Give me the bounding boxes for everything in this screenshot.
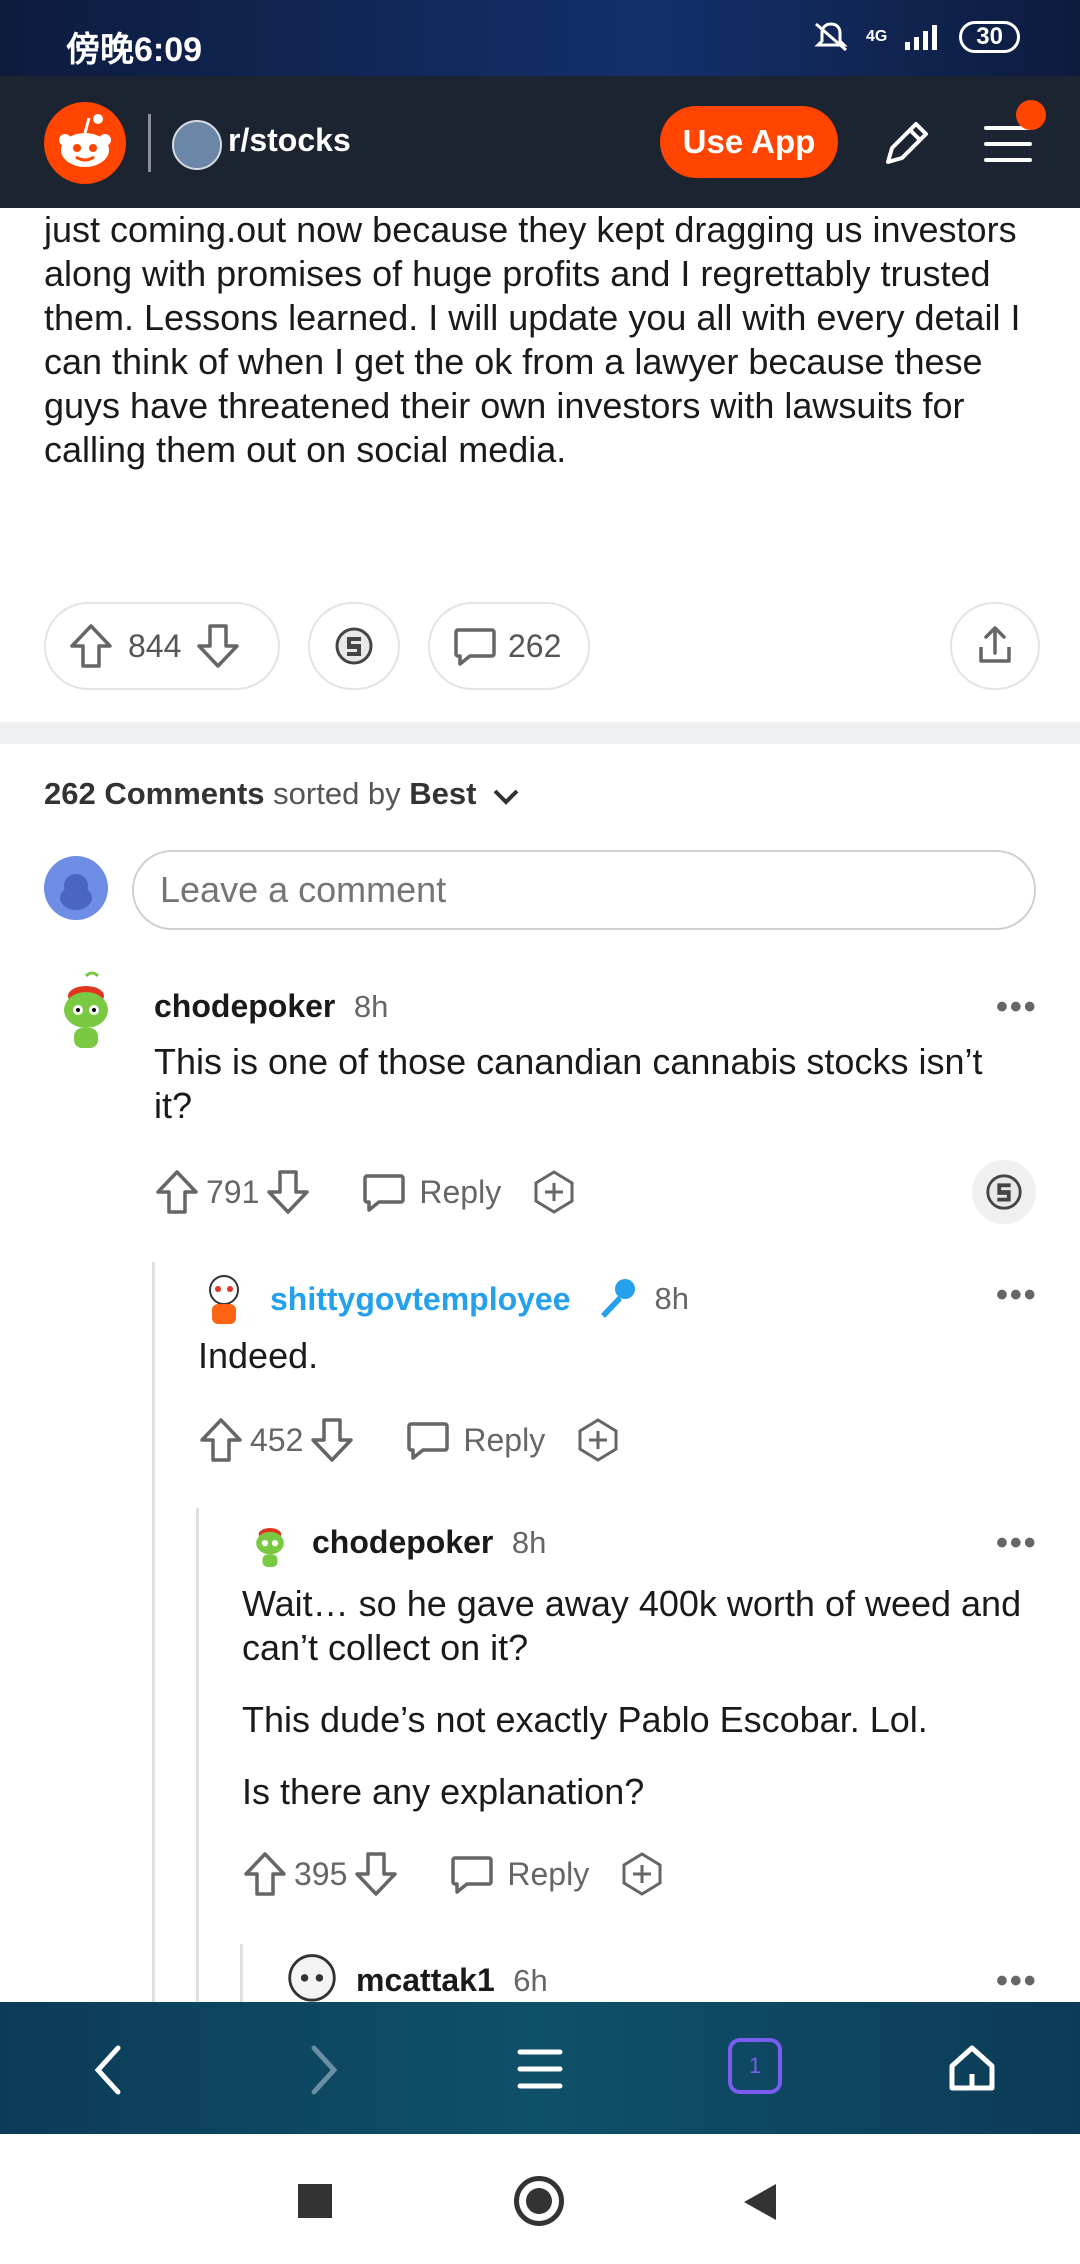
comment-score: 395 xyxy=(294,1855,348,1892)
back-triangle-icon[interactable] xyxy=(740,2180,780,2224)
more-options-icon[interactable]: ••• xyxy=(996,1276,1038,1315)
comment-action-row: 395 Reply xyxy=(242,1850,665,1898)
battery-icon: 30 xyxy=(959,21,1020,53)
reply-icon[interactable] xyxy=(405,1418,451,1462)
award-plus-icon[interactable] xyxy=(531,1169,577,1215)
chevron-down-icon[interactable] xyxy=(491,785,521,807)
reply-icon[interactable] xyxy=(361,1170,407,1214)
comment-action-row: 791 Reply xyxy=(154,1168,577,1216)
comment-age: 8h xyxy=(654,1281,689,1316)
upvote-icon[interactable] xyxy=(68,622,114,670)
user-avatar[interactable] xyxy=(44,856,108,920)
sort-value[interactable]: Best xyxy=(409,776,476,811)
comment-paragraph: Is there any explanation? xyxy=(242,1771,645,1812)
comment-header: chodepoker 8h xyxy=(154,988,388,1025)
downvote-icon[interactable] xyxy=(265,1168,311,1216)
sorted-by-label: sorted by xyxy=(273,776,401,811)
comment-header: mcattak1 6h xyxy=(356,1962,548,1999)
network-label: 4G xyxy=(865,28,888,45)
snoo-avatar-icon[interactable] xyxy=(198,1268,250,1328)
comment-age: 8h xyxy=(353,989,389,1024)
comment-header: shittygovtemployee 8h xyxy=(270,1276,689,1322)
comment-author[interactable]: chodepoker xyxy=(312,1524,493,1560)
menu-list-icon[interactable] xyxy=(516,2044,564,2094)
create-post-icon[interactable] xyxy=(878,114,936,172)
reply-label[interactable]: Reply xyxy=(463,1422,545,1459)
comment-author[interactable]: mcattak1 xyxy=(356,1962,495,1998)
forward-icon[interactable] xyxy=(306,2042,342,2098)
subreddit-name[interactable]: r/stocks xyxy=(228,122,351,159)
app-header: r/stocks Use App xyxy=(0,76,1080,208)
reply-label[interactable]: Reply xyxy=(507,1856,589,1893)
downvote-icon[interactable] xyxy=(353,1850,399,1898)
post-comment-count: 262 xyxy=(508,627,562,664)
snoo-avatar-icon[interactable] xyxy=(284,1950,340,2002)
post-comments-pill[interactable]: 262 xyxy=(428,602,590,690)
comment-award-badge[interactable] xyxy=(972,1160,1036,1224)
back-icon[interactable] xyxy=(90,2042,126,2098)
status-time: 傍晚6:09 xyxy=(66,31,203,69)
recent-apps-icon[interactable] xyxy=(298,2184,332,2218)
comment-author[interactable]: chodepoker xyxy=(154,988,335,1024)
comment-age: 8h xyxy=(511,1525,547,1560)
home-button-icon[interactable] xyxy=(514,2176,564,2226)
upvote-icon[interactable] xyxy=(198,1416,244,1464)
share-button[interactable] xyxy=(950,602,1040,690)
tab-count: 1 xyxy=(748,2053,762,2078)
comment-text: This is one of those canandian cannabis … xyxy=(154,1041,983,1126)
upvote-icon[interactable] xyxy=(242,1850,288,1898)
section-separator xyxy=(0,722,1080,744)
moderator-mic-icon xyxy=(600,1279,635,1318)
notification-dot xyxy=(1016,100,1046,130)
award-icon xyxy=(986,1174,1022,1210)
thread-line[interactable] xyxy=(152,1262,155,2002)
system-nav-bar xyxy=(0,2134,1080,2264)
browser-toolbar: 1 xyxy=(0,2002,1080,2134)
thread-line[interactable] xyxy=(240,1944,243,2002)
comment-input[interactable] xyxy=(132,850,1036,930)
comment-paragraph: This dude’s not exactly Pablo Escobar. L… xyxy=(242,1699,928,1740)
award-icon xyxy=(335,627,373,665)
share-icon xyxy=(979,626,1011,663)
post-action-bar: 844 262 xyxy=(44,602,1040,690)
award-plus-icon[interactable] xyxy=(575,1417,621,1463)
comment-author[interactable]: shittygovtemployee xyxy=(270,1281,571,1318)
comment-text: Indeed. xyxy=(198,1335,319,1376)
snoo-avatar-icon[interactable] xyxy=(248,1518,292,1572)
mute-bell-icon xyxy=(814,22,848,52)
upvote-icon[interactable] xyxy=(154,1168,200,1216)
award-plus-icon[interactable] xyxy=(619,1851,665,1897)
comment-age: 6h xyxy=(513,1963,548,1998)
status-bar: 傍晚6:09 4G 30 xyxy=(0,0,1080,76)
header-divider xyxy=(148,114,151,172)
reply-label[interactable]: Reply xyxy=(419,1174,501,1211)
comment-paragraph: Wait… so he gave away 400k worth of weed… xyxy=(242,1583,1022,1668)
comment-header: chodepoker 8h xyxy=(312,1524,546,1561)
comment-score: 452 xyxy=(250,1421,304,1458)
snoo-avatar-icon[interactable] xyxy=(56,970,116,1056)
post-body: just coming.out now because they kept dr… xyxy=(44,209,1021,470)
downvote-icon[interactable] xyxy=(309,1416,355,1464)
comments-sort-bar[interactable]: 262 Comments sorted by Best xyxy=(44,776,521,812)
comment-icon xyxy=(454,628,496,666)
home-icon[interactable] xyxy=(944,2040,1000,2096)
more-options-icon[interactable]: ••• xyxy=(996,1962,1038,2001)
tabs-button[interactable]: 1 xyxy=(728,2038,782,2094)
use-app-button[interactable]: Use App xyxy=(660,106,838,178)
signal-icon xyxy=(905,25,938,50)
post-vote-pill: 844 xyxy=(44,602,280,690)
comment-count-label: 262 Comments xyxy=(44,776,265,811)
post-score: 844 xyxy=(128,627,182,664)
award-button[interactable] xyxy=(308,602,400,690)
more-options-icon[interactable]: ••• xyxy=(996,988,1038,1027)
more-options-icon[interactable]: ••• xyxy=(996,1524,1038,1563)
reply-icon[interactable] xyxy=(449,1852,495,1896)
comment-text: Wait… so he gave away 400k worth of weed… xyxy=(242,1582,1022,1814)
reddit-logo-icon[interactable] xyxy=(44,102,126,184)
downvote-icon[interactable] xyxy=(195,622,241,670)
subreddit-icon[interactable] xyxy=(172,120,222,170)
thread-line[interactable] xyxy=(196,1508,199,2002)
comment-score: 791 xyxy=(206,1173,260,1210)
comment-action-row: 452 Reply xyxy=(198,1416,621,1464)
